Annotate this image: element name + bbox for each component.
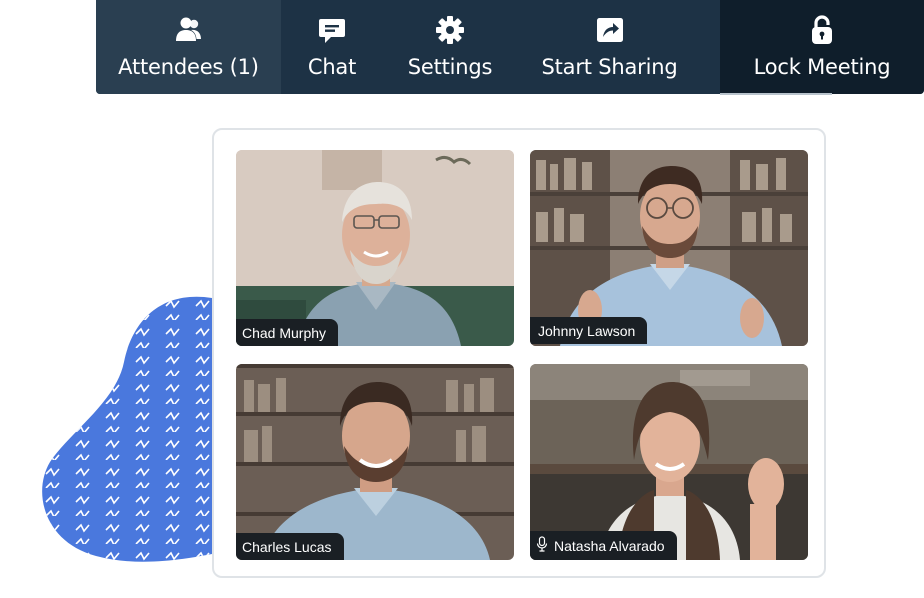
lock-icon [806, 14, 838, 46]
participant-name-tag: Johnny Lawson [530, 317, 648, 344]
users-icon [173, 14, 205, 46]
participant-video [236, 364, 514, 560]
participant-name-tag: Natasha Alvarado [530, 531, 677, 560]
video-tile[interactable]: Charles Lucas [236, 364, 514, 560]
decorative-blob [42, 296, 212, 562]
participant-name-tag: Charles Lucas [236, 533, 344, 560]
lock-meeting-button[interactable]: Lock Meeting [720, 0, 924, 94]
attendees-button[interactable]: Attendees (1) [96, 0, 281, 94]
start-sharing-label: Start Sharing [541, 55, 678, 79]
participant-name: Chad Murphy [242, 325, 327, 341]
share-arrow-icon [594, 14, 626, 46]
attendees-label: Attendees (1) [118, 55, 259, 79]
participant-name: Charles Lucas [242, 539, 332, 555]
settings-button[interactable]: Settings [383, 0, 517, 94]
start-sharing-button[interactable]: Start Sharing [517, 0, 702, 94]
participant-name: Johnny Lawson [538, 323, 636, 339]
gear-icon [434, 14, 466, 46]
participant-name: Natasha Alvarado [554, 538, 665, 554]
chat-bubble-icon [316, 14, 348, 46]
participant-video [236, 150, 514, 346]
video-tile[interactable]: Natasha Alvarado [530, 364, 808, 560]
video-tile[interactable]: Johnny Lawson [530, 150, 808, 346]
chat-button[interactable]: Chat [281, 0, 383, 94]
lock-meeting-label: Lock Meeting [753, 55, 891, 79]
meeting-toolbar: Attendees (1) Chat Settings Start Sharin… [96, 0, 924, 94]
video-grid-panel: Chad Murphy Johnny Lawson Charles Lucas … [212, 128, 826, 578]
toolbar-underline [720, 93, 832, 95]
video-tile[interactable]: Chad Murphy [236, 150, 514, 346]
settings-label: Settings [407, 55, 493, 79]
microphone-icon[interactable] [536, 536, 548, 556]
participant-name-tag: Chad Murphy [236, 319, 339, 346]
chat-label: Chat [307, 55, 357, 79]
